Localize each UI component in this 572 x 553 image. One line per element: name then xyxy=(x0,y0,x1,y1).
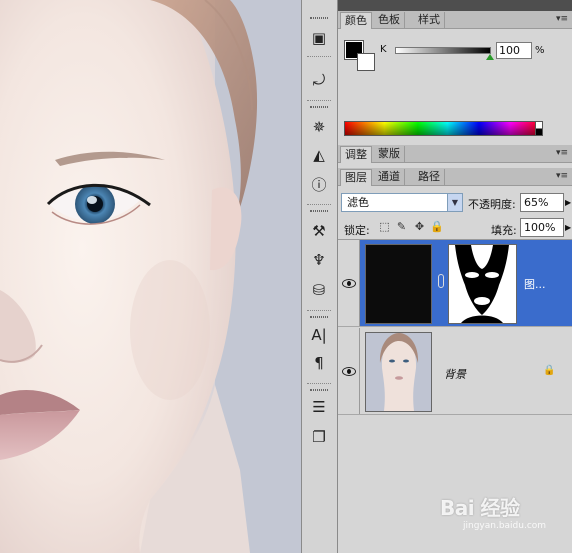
fill-label: 填充: xyxy=(491,224,517,237)
tab-layers[interactable]: 图层 xyxy=(340,169,372,186)
tab-paths[interactable]: 路径 xyxy=(414,169,445,186)
layer-name[interactable]: 背景 xyxy=(444,366,466,382)
mask-link-icon[interactable] xyxy=(438,274,444,288)
clone-source-icon[interactable]: ⛁ xyxy=(306,279,332,301)
eye-icon[interactable] xyxy=(342,279,356,288)
color-panel-tabbar: 颜色 色板 样式 ▾≡ xyxy=(338,11,572,29)
adjust-panel-tabbar: 调整 蒙版 ▾≡ xyxy=(338,145,572,163)
visibility-toggle[interactable] xyxy=(338,240,360,326)
dock-separator xyxy=(307,310,331,311)
tab-channels[interactable]: 通道 xyxy=(374,169,405,186)
layer-name[interactable]: 图... xyxy=(524,276,546,292)
character-icon[interactable]: A| xyxy=(306,324,332,346)
tab-masks[interactable]: 蒙版 xyxy=(374,146,405,163)
k-unit-label: % xyxy=(535,45,545,56)
image-canvas[interactable] xyxy=(0,0,301,553)
eye-icon[interactable] xyxy=(342,367,356,376)
dock-separator xyxy=(307,56,331,57)
fill-flyout-arrow[interactable]: ▶ xyxy=(565,218,572,237)
layer-thumbnail[interactable] xyxy=(365,332,432,412)
background-color-swatch[interactable] xyxy=(357,53,375,71)
history-icon[interactable]: ⤾ xyxy=(306,69,332,91)
dock-grip[interactable] xyxy=(310,316,328,318)
lock-position-icon[interactable]: ✥ xyxy=(413,219,426,234)
lock-all-icon[interactable]: 🔒 xyxy=(430,219,444,234)
lock-image-icon[interactable]: ✎ xyxy=(395,219,408,234)
histogram-icon[interactable]: ▣ xyxy=(306,27,332,49)
opacity-input[interactable]: 65% xyxy=(520,193,564,212)
watermark-url: jingyan.baidu.com xyxy=(463,521,547,531)
tool-presets-icon[interactable]: ⚒ xyxy=(306,220,332,242)
panel-menu-icon[interactable]: ▾≡ xyxy=(556,148,568,158)
layers-panel-tabbar: 图层 通道 路径 ▾≡ xyxy=(338,168,572,186)
k-channel-label: K xyxy=(380,44,387,55)
blend-mode-value: 滤色 xyxy=(347,196,369,209)
panel-menu-icon[interactable]: ▾≡ xyxy=(556,14,568,24)
layer-row[interactable]: 图... xyxy=(338,240,572,327)
k-value-input[interactable]: 100 xyxy=(496,42,532,59)
dock-separator xyxy=(307,204,331,205)
mask-face-shape xyxy=(455,245,509,323)
k-slider-track[interactable] xyxy=(395,47,491,54)
layer-mask-thumbnail[interactable] xyxy=(448,244,517,324)
panel-dock-header xyxy=(301,0,572,11)
black-white-chip[interactable] xyxy=(535,121,543,136)
layer-comps-icon[interactable]: ❐ xyxy=(306,426,332,448)
brushes-icon[interactable]: ♆ xyxy=(306,249,332,271)
opacity-flyout-arrow[interactable]: ▶ xyxy=(565,193,572,212)
opacity-label: 不透明度: xyxy=(468,198,516,211)
layer-row[interactable]: 背景 🔒 xyxy=(338,328,572,415)
tab-styles[interactable]: 样式 xyxy=(414,12,445,29)
blend-mode-select[interactable]: 滤色 ▼ xyxy=(341,193,463,212)
portrait-photo xyxy=(0,0,301,553)
lock-icon: 🔒 xyxy=(543,365,556,376)
tab-swatches[interactable]: 色板 xyxy=(374,12,405,29)
dock-separator xyxy=(307,383,331,384)
dock-grip[interactable] xyxy=(310,106,328,108)
dock-grip[interactable] xyxy=(310,210,328,212)
lock-label: 锁定: xyxy=(344,224,370,237)
panel-menu-icon[interactable]: ▾≡ xyxy=(556,171,568,181)
chevron-down-icon[interactable]: ▼ xyxy=(447,194,462,211)
layer-thumbnail[interactable] xyxy=(365,244,432,324)
k-slider-thumb[interactable] xyxy=(486,54,494,60)
color-spectrum-ramp[interactable] xyxy=(344,121,543,136)
fill-input[interactable]: 100% xyxy=(520,218,564,237)
paragraph-icon[interactable]: ¶ xyxy=(306,352,332,374)
levels-icon[interactable]: ◭ xyxy=(306,144,332,166)
visibility-toggle[interactable] xyxy=(338,328,360,414)
tab-adjustments[interactable]: 调整 xyxy=(340,146,372,163)
portrait-thumbnail xyxy=(366,333,431,411)
baidu-watermark: Bai 经验 xyxy=(440,496,520,520)
dock-grip[interactable] xyxy=(310,389,328,391)
dock-separator xyxy=(307,100,331,101)
tab-color[interactable]: 颜色 xyxy=(340,12,372,29)
navigator-icon[interactable]: ✵ xyxy=(306,116,332,138)
panels-area: 颜色 色板 样式 ▾≡ K 100 % 调整 蒙版 ▾≡ 图层 通道 路径 ▾≡… xyxy=(338,11,572,553)
actions-icon[interactable]: ☰ xyxy=(306,396,332,418)
dock-grip[interactable] xyxy=(310,17,328,19)
lock-transparency-icon[interactable]: ⬚ xyxy=(378,219,391,234)
info-icon[interactable]: ⓘ xyxy=(306,173,332,195)
